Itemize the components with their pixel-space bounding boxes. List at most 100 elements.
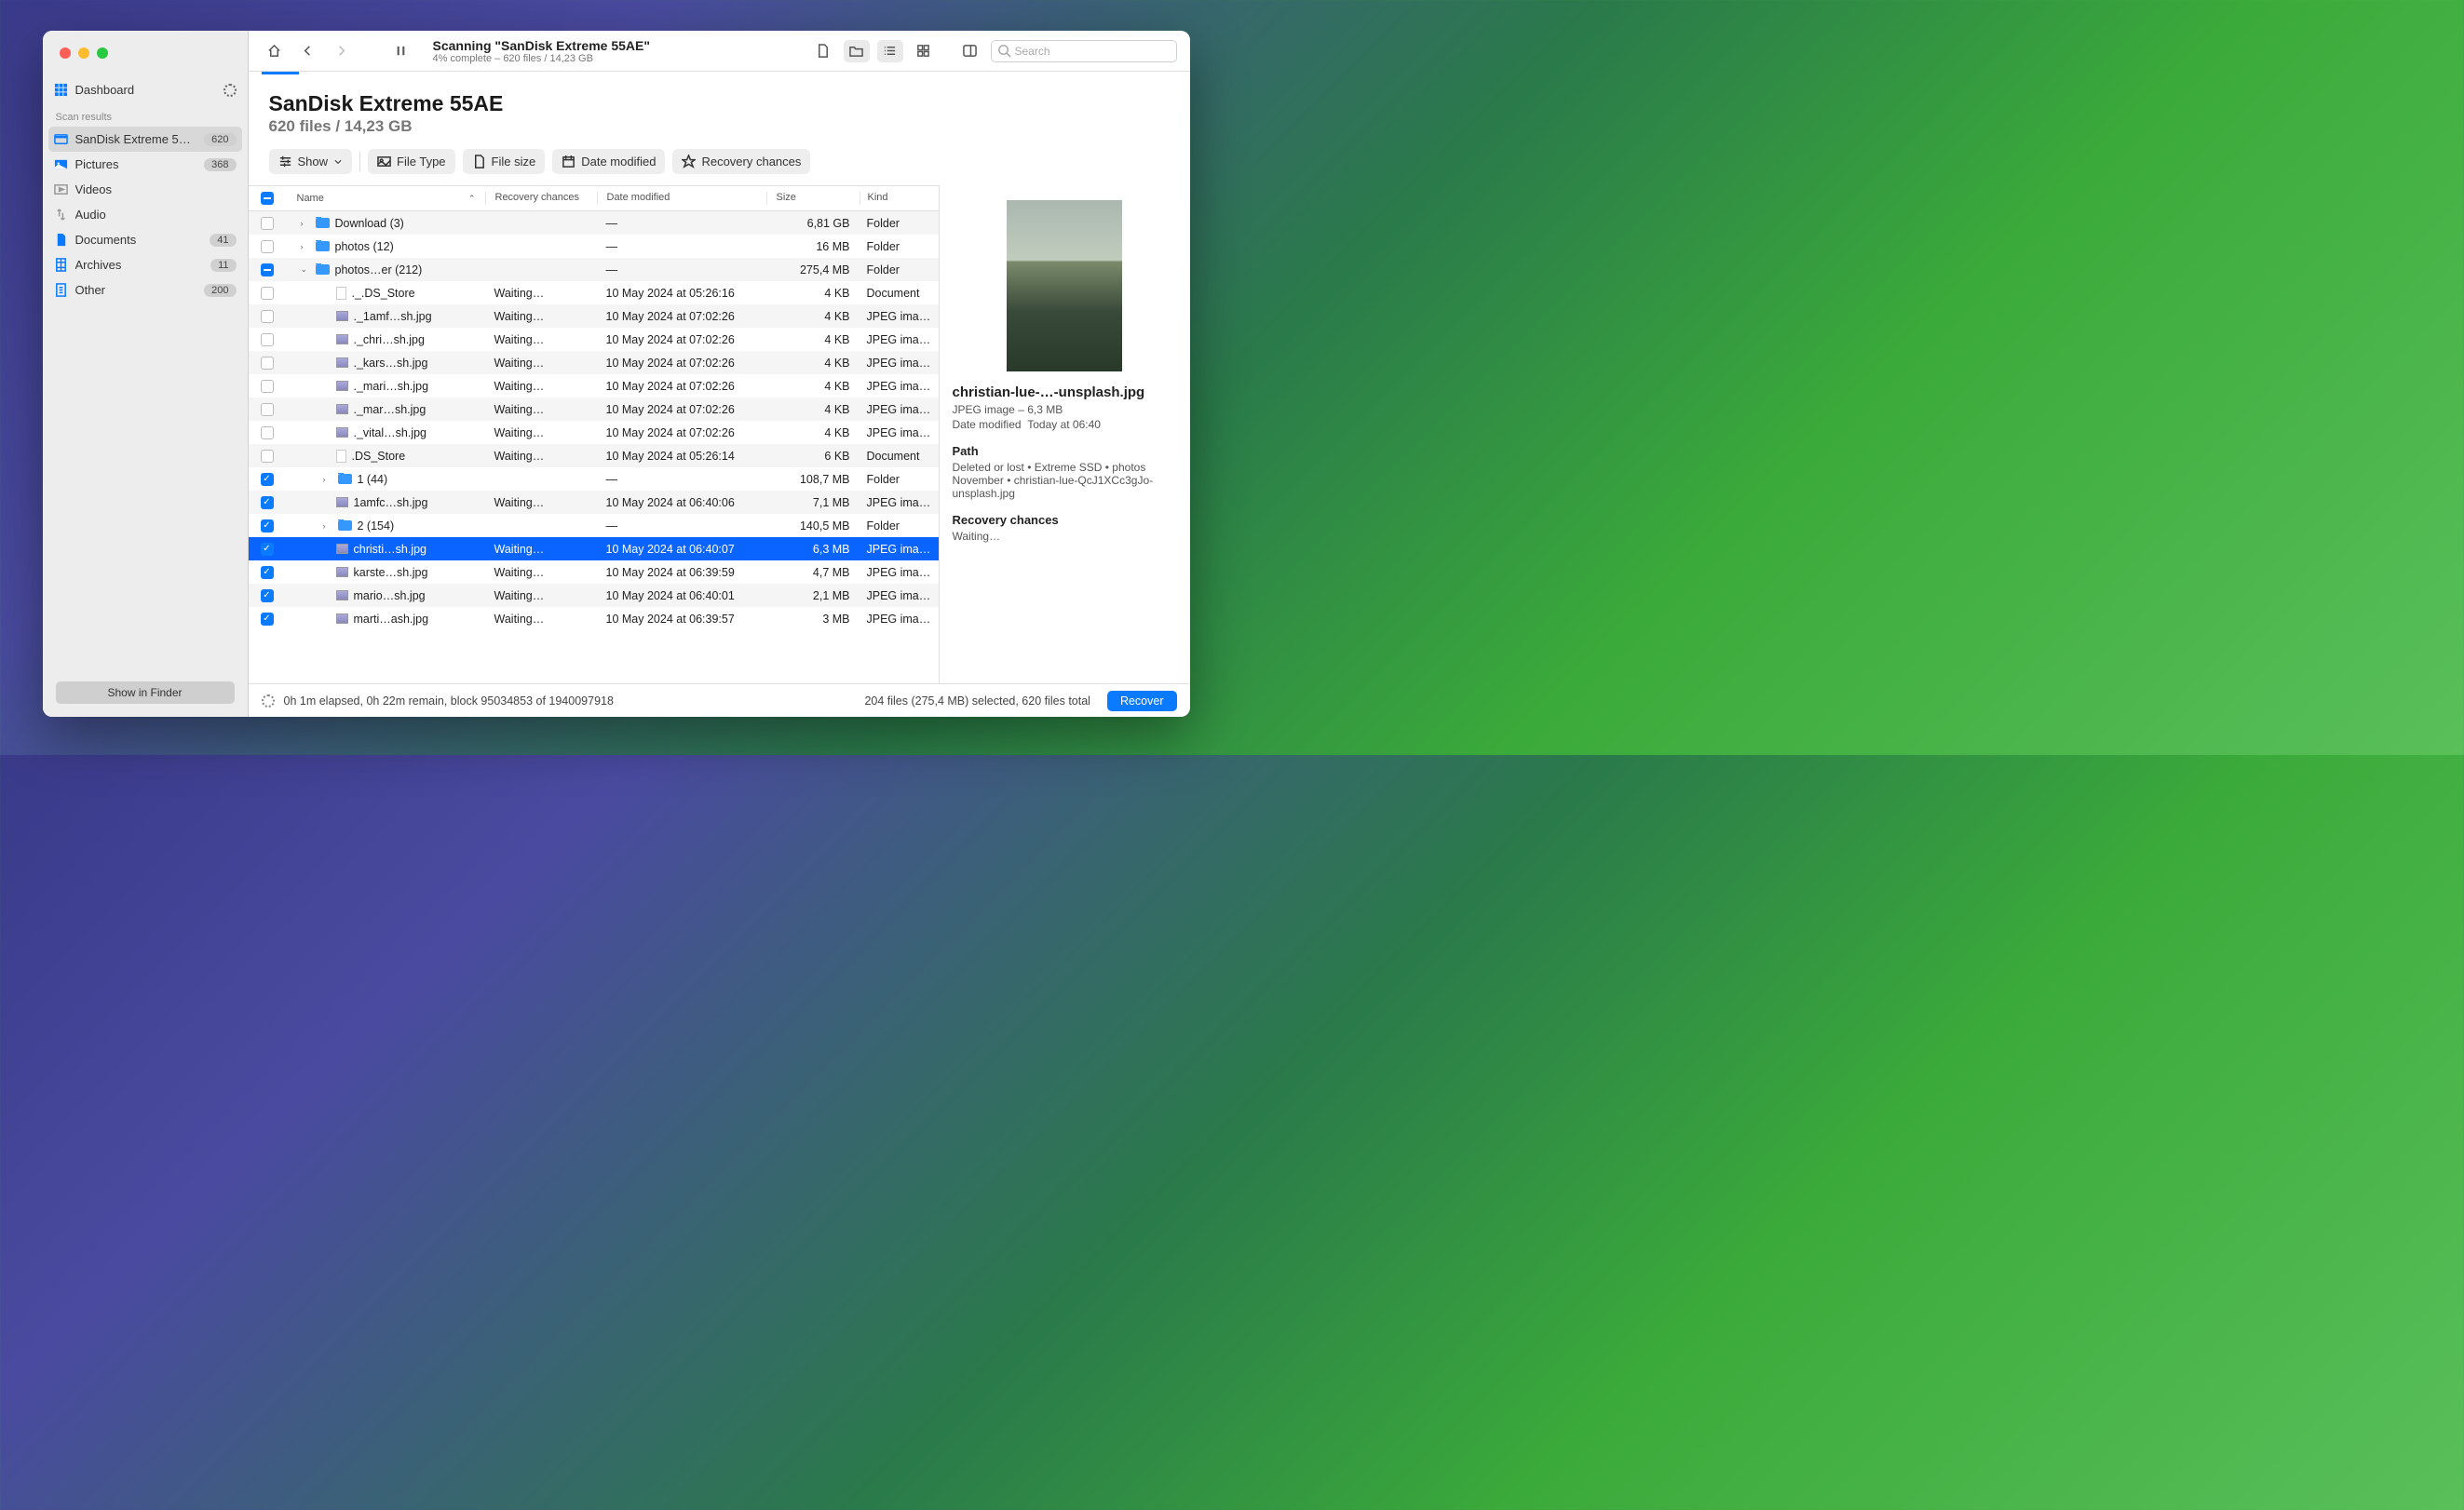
row-checkbox[interactable]: ✓ [261, 613, 274, 626]
filesize-filter-button[interactable]: File size [463, 149, 546, 174]
home-button[interactable] [262, 40, 288, 62]
date-value: 10 May 2024 at 06:39:57 [597, 613, 766, 626]
column-size[interactable]: Size [766, 192, 860, 205]
table-row[interactable]: ✓ karste…sh.jpg Waiting… 10 May 2024 at … [249, 560, 939, 584]
kind-value: JPEG ima… [860, 566, 939, 579]
preview-path: Deleted or lost • Extreme SSD • photos N… [953, 461, 1177, 500]
table-row[interactable]: ✓ › 1 (44) — 108,7 MB Folder [249, 467, 939, 491]
sidebar-item-audio[interactable]: Audio [43, 202, 248, 227]
disclosure-toggle[interactable]: › [301, 242, 310, 251]
select-all-checkbox[interactable] [261, 192, 274, 205]
panel-toggle-button[interactable] [957, 40, 983, 62]
close-window[interactable] [60, 47, 71, 59]
row-checkbox[interactable]: ✓ [261, 496, 274, 509]
table-row[interactable]: ✓ mario…sh.jpg Waiting… 10 May 2024 at 0… [249, 584, 939, 607]
column-recovery[interactable]: Recovery chances [485, 192, 597, 205]
row-checkbox[interactable] [261, 333, 274, 346]
minimize-window[interactable] [78, 47, 89, 59]
table-body[interactable]: › Download (3) — 6,81 GB Folder › photos… [249, 211, 939, 683]
row-checkbox[interactable]: ✓ [261, 566, 274, 579]
kind-value: JPEG ima… [860, 613, 939, 626]
recovery-filter-button[interactable]: Recovery chances [672, 149, 810, 174]
datemod-filter-button[interactable]: Date modified [552, 149, 665, 174]
sidebar-item-sandiskextreme[interactable]: SanDisk Extreme 5…620 [48, 127, 242, 152]
table-row[interactable]: › photos (12) — 16 MB Folder [249, 235, 939, 258]
sidebar-item-label: Other [75, 283, 106, 297]
pause-button[interactable] [388, 40, 414, 62]
table-row[interactable]: ✓ › 2 (154) — 140,5 MB Folder [249, 514, 939, 537]
sidebar-dashboard[interactable]: Dashboard [43, 77, 248, 102]
size-value: 4 KB [766, 310, 860, 323]
separator [359, 152, 360, 172]
kind-value: JPEG ima… [860, 543, 939, 556]
table-row[interactable]: ._mar…sh.jpg Waiting… 10 May 2024 at 07:… [249, 398, 939, 421]
size-value: 3 MB [766, 613, 860, 626]
table-row[interactable]: ._chri…sh.jpg Waiting… 10 May 2024 at 07… [249, 328, 939, 351]
recovery-value: Waiting… [485, 357, 597, 370]
forward-button[interactable] [329, 40, 355, 62]
column-kind[interactable]: Kind [860, 192, 939, 205]
toolbar-title-block: Scanning "SanDisk Extreme 55AE" 4% compl… [433, 38, 803, 64]
sidebar-section-label: Scan results [43, 102, 248, 127]
show-filter-button[interactable]: Show [269, 149, 353, 174]
kind-value: Folder [860, 217, 939, 230]
disclosure-toggle[interactable]: ⌄ [301, 264, 310, 275]
scan-status: 0h 1m elapsed, 0h 22m remain, block 9503… [284, 694, 614, 708]
row-checkbox[interactable] [261, 310, 274, 323]
sidebar-item-documents[interactable]: Documents41 [43, 227, 248, 252]
file-name: ._mar…sh.jpg [354, 403, 426, 416]
row-checkbox[interactable] [261, 380, 274, 393]
sidebar-item-label: Audio [75, 208, 106, 222]
row-checkbox[interactable] [261, 287, 274, 300]
grid-view-button[interactable] [911, 40, 937, 62]
table-row[interactable]: ._vital…sh.jpg Waiting… 10 May 2024 at 0… [249, 421, 939, 444]
sidebar-item-archives[interactable]: Archives11 [43, 252, 248, 277]
column-name[interactable]: Name⌃ [286, 192, 485, 205]
row-checkbox[interactable] [261, 403, 274, 416]
disclosure-toggle[interactable]: › [323, 475, 332, 484]
document-view-button[interactable] [810, 40, 836, 62]
filetype-filter-button[interactable]: File Type [368, 149, 455, 174]
back-button[interactable] [295, 40, 321, 62]
table-row[interactable]: .DS_Store Waiting… 10 May 2024 at 05:26:… [249, 444, 939, 467]
row-checkbox[interactable]: ✓ [261, 589, 274, 602]
sidebar-item-videos[interactable]: Videos [43, 177, 248, 202]
column-date[interactable]: Date modified [597, 192, 766, 205]
table-row[interactable]: ⌄ photos…er (212) — 275,4 MB Folder [249, 258, 939, 281]
filter-bar: Show File Type File size Date modified R… [249, 143, 1190, 185]
row-checkbox[interactable] [261, 357, 274, 370]
table-row[interactable]: ✓ marti…ash.jpg Waiting… 10 May 2024 at … [249, 607, 939, 630]
row-checkbox[interactable]: ✓ [261, 473, 274, 486]
row-checkbox[interactable]: ✓ [261, 519, 274, 533]
table-row[interactable]: ._mari…sh.jpg Waiting… 10 May 2024 at 07… [249, 374, 939, 398]
disclosure-toggle[interactable]: › [323, 521, 332, 531]
row-checkbox[interactable] [261, 217, 274, 230]
content-header: SanDisk Extreme 55AE 620 files / 14,23 G… [249, 74, 1190, 143]
sidebar-item-other[interactable]: Other200 [43, 277, 248, 303]
kind-value: JPEG ima… [860, 496, 939, 509]
table-row[interactable]: › Download (3) — 6,81 GB Folder [249, 211, 939, 235]
table-row[interactable]: ._.DS_Store Waiting… 10 May 2024 at 05:2… [249, 281, 939, 304]
disclosure-toggle[interactable]: › [301, 219, 310, 228]
row-checkbox[interactable] [261, 426, 274, 439]
list-view-button[interactable] [877, 40, 903, 62]
row-checkbox[interactable] [261, 450, 274, 463]
show-in-finder-button[interactable]: Show in Finder [56, 681, 235, 704]
row-checkbox[interactable]: ✓ [261, 543, 274, 556]
kind-value: Folder [860, 473, 939, 486]
maximize-window[interactable] [97, 47, 108, 59]
kind-value: JPEG ima… [860, 589, 939, 602]
sidebar-item-pictures[interactable]: Pictures368 [43, 152, 248, 177]
row-checkbox[interactable] [261, 263, 274, 276]
table-row[interactable]: ✓ 1amfc…sh.jpg Waiting… 10 May 2024 at 0… [249, 491, 939, 514]
table-row[interactable]: ._1amf…sh.jpg Waiting… 10 May 2024 at 07… [249, 304, 939, 328]
recover-button[interactable]: Recover [1107, 691, 1177, 711]
kind-value: JPEG ima… [860, 380, 939, 393]
row-checkbox[interactable] [261, 240, 274, 253]
kind-value: Folder [860, 519, 939, 533]
search-input[interactable]: Search [991, 40, 1177, 62]
size-value: 4 KB [766, 333, 860, 346]
folder-view-button[interactable] [844, 40, 870, 62]
table-row[interactable]: ✓ christi…sh.jpg Waiting… 10 May 2024 at… [249, 537, 939, 560]
table-row[interactable]: ._kars…sh.jpg Waiting… 10 May 2024 at 07… [249, 351, 939, 374]
